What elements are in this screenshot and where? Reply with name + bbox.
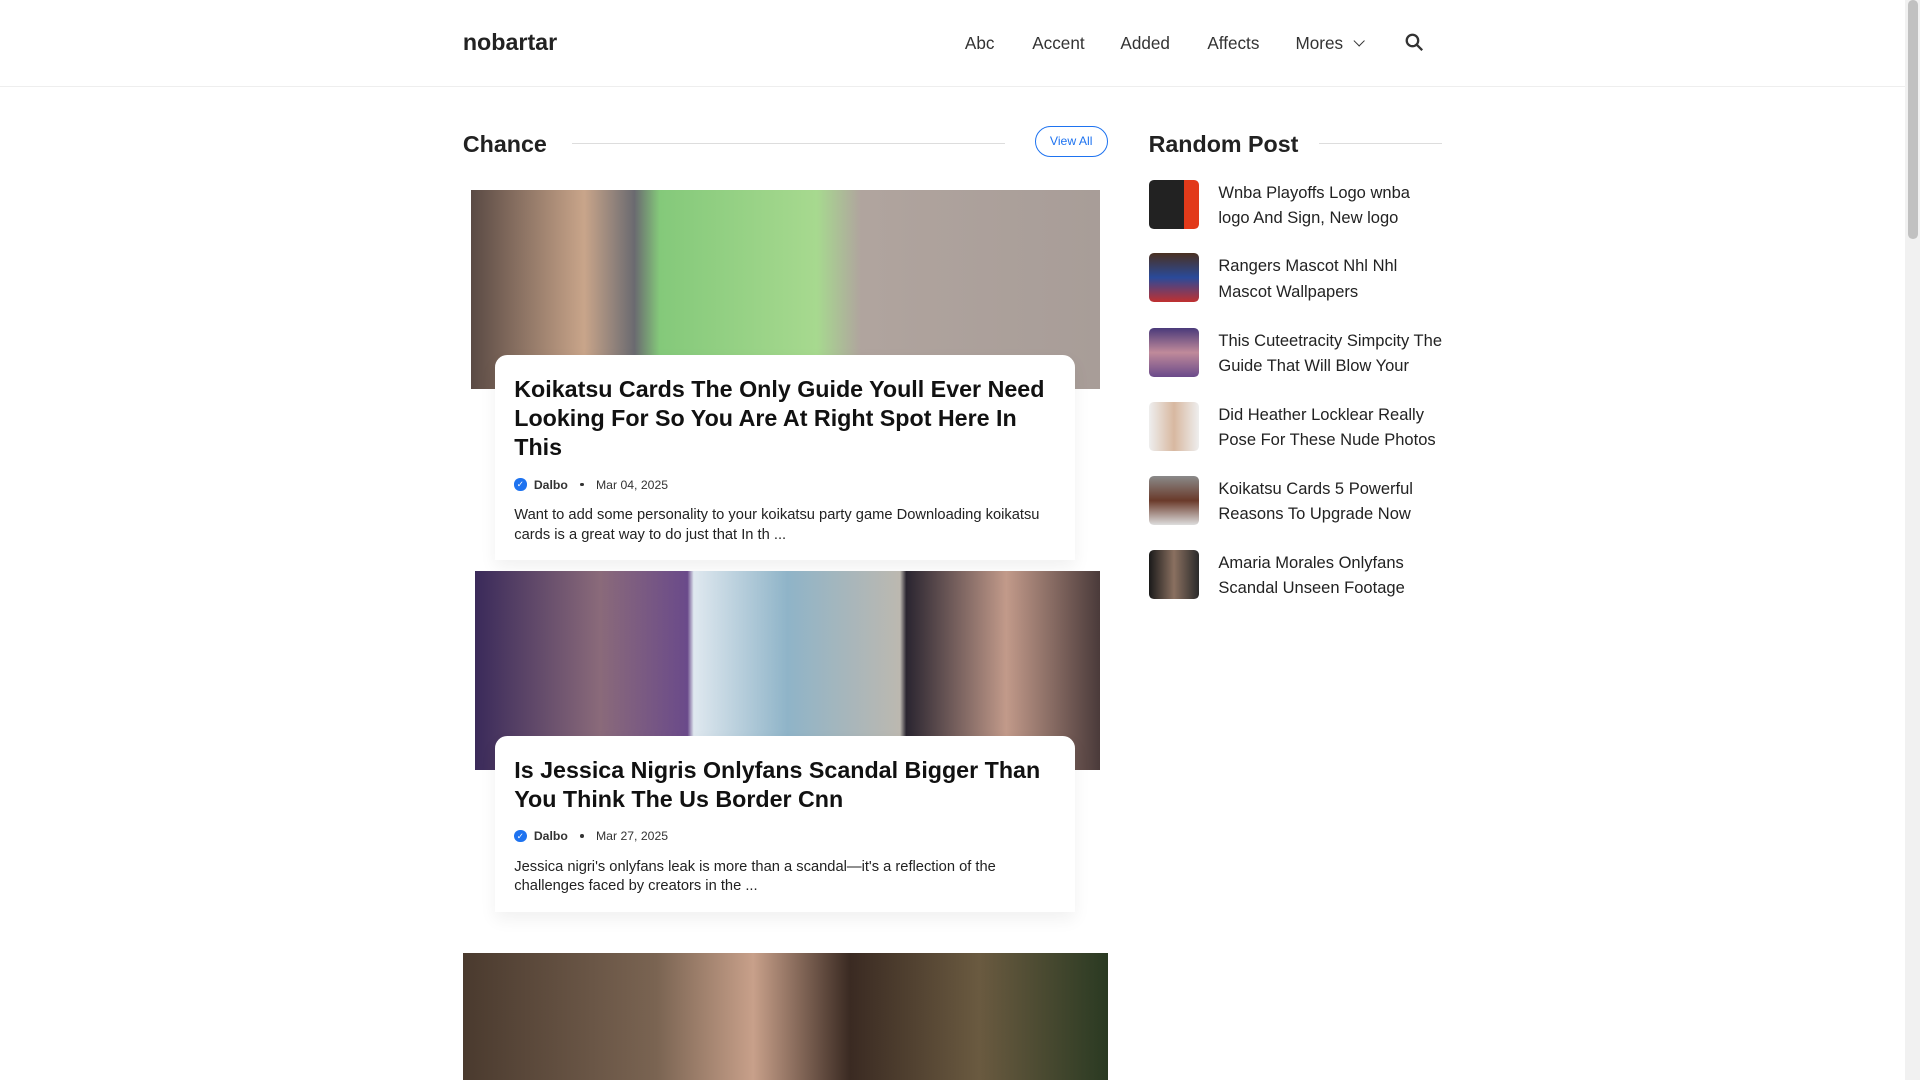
post-author[interactable]: Dalbo: [534, 478, 568, 492]
nav-mores-label: Mores: [1295, 33, 1344, 54]
post-date: Mar 04, 2025: [595, 477, 669, 492]
post-title[interactable]: Koikatsu Cards The Only Guide Youll Ever…: [514, 375, 1055, 463]
page-scrollbar[interactable]: [1905, 0, 1920, 1080]
scrollbar-thumb[interactable]: [1907, 0, 1918, 239]
random-post-title[interactable]: Rangers Mascot Nhl Nhl Mascot Wallpapers: [1218, 253, 1442, 303]
section-title: Chance: [462, 131, 547, 158]
divider: [571, 143, 1006, 145]
site-logo[interactable]: nobartar: [463, 29, 557, 56]
random-post-item[interactable]: Wnba Playoffs Logo wnba logo And Sign, N…: [1148, 180, 1443, 231]
search-icon[interactable]: [1405, 33, 1423, 52]
nav-affects[interactable]: Affects: [1207, 33, 1259, 54]
random-post-thumbnail[interactable]: [1148, 328, 1199, 378]
random-post-title[interactable]: Koikatsu Cards 5 Powerful Reasons To Upg…: [1218, 476, 1442, 526]
chevron-down-icon: [1353, 35, 1366, 48]
divider: [1318, 143, 1443, 145]
post-excerpt: Want to add some personality to your koi…: [514, 507, 1040, 543]
random-post-thumbnail[interactable]: [1148, 253, 1199, 303]
separator-dot: [580, 834, 584, 838]
verified-icon: ✓: [514, 478, 527, 491]
site-header: nobartar Abc Accent Added Affects Mores: [0, 0, 1906, 87]
post-date: Mar 27, 2025: [595, 828, 669, 843]
random-post-title[interactable]: Wnba Playoffs Logo wnba logo And Sign, N…: [1218, 180, 1442, 230]
random-post-thumbnail[interactable]: [1148, 180, 1199, 229]
random-post-thumbnail[interactable]: [1148, 476, 1199, 526]
random-post-title[interactable]: Did Heather Locklear Really Pose For The…: [1218, 402, 1442, 452]
random-post-item[interactable]: Koikatsu Cards 5 Powerful Reasons To Upg…: [1148, 476, 1443, 527]
random-post-thumbnail[interactable]: [1148, 401, 1199, 451]
post-excerpt: Jessica nigri's onlyfans leak is more th…: [514, 858, 996, 895]
view-all-button[interactable]: View All: [1034, 126, 1108, 158]
random-post-title[interactable]: Amaria Morales Onlyfans Scandal Unseen F…: [1218, 550, 1442, 600]
sidebar-title: Random Post: [1148, 131, 1299, 158]
random-post-item[interactable]: Amaria Morales Onlyfans Scandal Unseen F…: [1148, 549, 1443, 601]
post-thumbnail[interactable]: [462, 952, 1109, 1080]
post-title[interactable]: Is Jessica Nigris Onlyfans Scandal Bigge…: [514, 756, 1055, 815]
post-card: Koikatsu Cards The Only Guide Youll Ever…: [494, 355, 1076, 561]
post-author[interactable]: Dalbo: [534, 829, 568, 843]
verified-icon: ✓: [514, 829, 527, 843]
nav-abc[interactable]: Abc: [965, 33, 995, 54]
nav-accent[interactable]: Accent: [1032, 33, 1084, 54]
random-post-title[interactable]: This Cuteetracity Simpcity The Guide Tha…: [1218, 328, 1442, 378]
random-post-item[interactable]: Rangers Mascot Nhl Nhl Mascot Wallpapers: [1148, 253, 1443, 304]
random-post-thumbnail[interactable]: [1148, 549, 1199, 599]
random-post-item[interactable]: Did Heather Locklear Really Pose For The…: [1148, 401, 1443, 453]
random-post-item[interactable]: This Cuteetracity Simpcity The Guide Tha…: [1148, 328, 1443, 379]
nav-added[interactable]: Added: [1120, 33, 1170, 54]
post-card: Is Jessica Nigris Onlyfans Scandal Bigge…: [494, 735, 1076, 912]
separator-dot: [580, 482, 584, 487]
nav-mores[interactable]: Mores: [1295, 33, 1366, 54]
